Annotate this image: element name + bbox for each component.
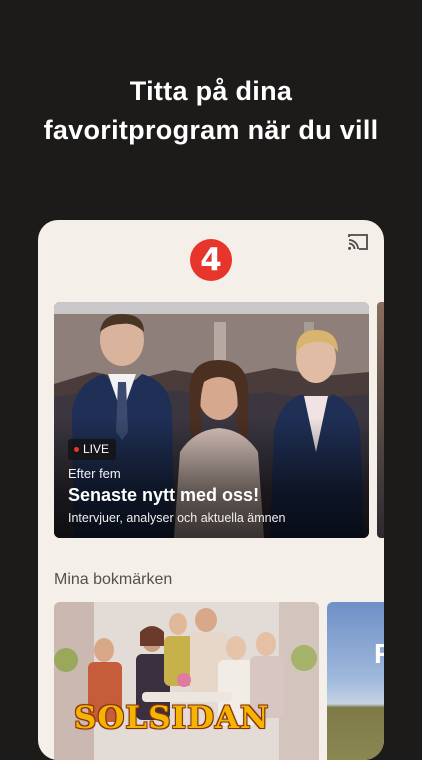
headline-line-2: favoritprogram när du vill — [43, 115, 379, 145]
next-hero-card-peek[interactable] — [377, 302, 384, 538]
hero-program-name: Efter fem — [68, 466, 121, 481]
bookmark-card-solsidan[interactable]: SOLSIDAN — [54, 602, 319, 760]
headline-line-1: Titta på dina — [129, 76, 293, 106]
bookmarks-section-title: Mina bokmärken — [54, 571, 173, 588]
cast-icon[interactable] — [347, 233, 369, 251]
bookmark-peek-title: F — [374, 638, 384, 669]
hero-title: Senaste nytt med oss! — [68, 485, 260, 505]
live-label: LIVE — [83, 442, 110, 456]
bookmark-title: SOLSIDAN — [74, 700, 270, 736]
bookmark-card-next-peek[interactable]: F — [327, 602, 384, 760]
tv4-logo: 4 — [190, 239, 232, 281]
hero-card[interactable]: LIVE Efter fem Senaste nytt med oss! Int… — [54, 302, 369, 538]
logo-text: 4 — [200, 242, 222, 278]
bookmark-image — [54, 602, 319, 760]
live-dot-icon — [74, 447, 79, 452]
promo-headline: Titta på dina favoritprogram när du vill — [0, 72, 422, 150]
live-badge: LIVE — [68, 439, 117, 460]
app-screen: 4 LIVE Efter fem Senaste nytt med oss! I… — [38, 220, 384, 760]
hero-description: Intervjuer, analyser och aktuella ämnen — [68, 511, 286, 525]
